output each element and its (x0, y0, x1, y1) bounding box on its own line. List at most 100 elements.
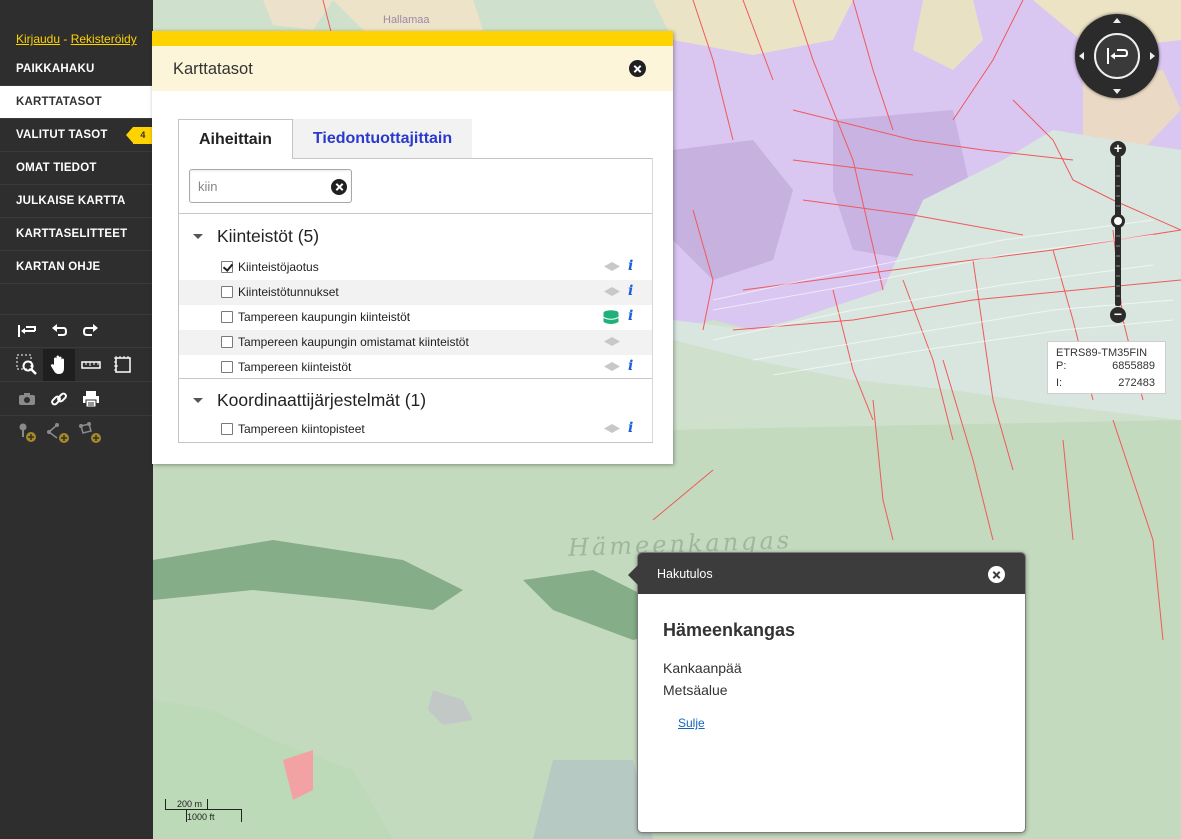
pan-left-icon[interactable] (1079, 52, 1084, 60)
result-municipality: Kankaanpää (663, 660, 742, 676)
auth-separator: - (60, 32, 71, 46)
screenshot-icon[interactable] (11, 383, 43, 415)
measure-line-icon[interactable] (75, 349, 107, 381)
scale-tick (207, 799, 208, 810)
flyout-close-icon[interactable] (629, 60, 646, 77)
layer-group-title: Koordinaattijärjestelmät (1) (217, 390, 427, 410)
nav-item-karttatasot[interactable]: KARTTATASOT (0, 86, 153, 119)
info-icon[interactable]: i (628, 358, 633, 374)
flyout-body: Aiheittain Tiedontuottajittain Kiinteist… (152, 91, 673, 464)
scale-imperial-label: 1000 ft (187, 812, 215, 822)
coordinate-system: ETRS89-TM35FIN (1056, 347, 1148, 359)
zoom-out-button[interactable]: − (1110, 307, 1126, 323)
layer-checkbox[interactable] (221, 311, 233, 323)
opacity-diamond-icon (604, 424, 620, 433)
nav-item-label: JULKAISE KARTTA (16, 195, 126, 207)
info-icon[interactable]: i (628, 283, 633, 299)
add-line-icon[interactable] (43, 417, 75, 449)
scale-line (165, 809, 242, 810)
pan-hand-icon[interactable] (43, 348, 75, 381)
layer-group-kiinteistot[interactable]: Kiinteistöt (5) (179, 215, 652, 255)
flyout-accent-bar (152, 31, 673, 46)
layer-name: Tampereen kiintopisteet (238, 422, 365, 436)
layer-row: Tampereen kaupungin omistamat kiinteistö… (179, 330, 652, 355)
collapse-triangle-icon[interactable] (193, 234, 203, 239)
popup-close-icon[interactable] (988, 566, 1005, 583)
result-type: Metsäalue (663, 682, 728, 698)
selected-layers-count-badge: 4 (126, 127, 153, 144)
database-icon[interactable] (603, 310, 619, 325)
nav-item-karttaselitteet[interactable]: KARTTASELITTEET (0, 218, 153, 251)
scale-metric-label: 200 m (177, 799, 203, 809)
layer-name: Tampereen kiinteistöt (238, 360, 352, 374)
nav-item-valitut-tasot[interactable]: VALITUT TASOT 4 (0, 119, 153, 152)
layer-name: Tampereen kaupungin kiinteistöt (238, 310, 411, 324)
popup-header: Hakutulos (638, 553, 1025, 594)
zoom-box-icon[interactable] (11, 349, 43, 381)
pan-down-icon[interactable] (1113, 89, 1121, 94)
flyout-header: Karttatasot (152, 46, 673, 91)
auth-links: Kirjaudu - Rekisteröidy (0, 0, 153, 53)
link-icon[interactable] (43, 383, 75, 415)
layer-row: Kiinteistötunnukset i (179, 280, 652, 305)
add-point-icon[interactable] (11, 417, 43, 449)
opacity-diamond-icon (604, 337, 620, 346)
info-icon[interactable]: i (628, 420, 633, 436)
zoom-in-button[interactable]: + (1110, 141, 1126, 157)
layer-checkbox[interactable] (221, 261, 233, 273)
popup-pointer (628, 565, 638, 585)
nav-item-label: KARTTATASOT (16, 96, 102, 108)
tab-aiheittain[interactable]: Aiheittain (178, 119, 293, 159)
nav-item-kartan-ohje[interactable]: KARTAN OHJE (0, 251, 153, 284)
layer-name: Kiinteistöjaotus (238, 260, 319, 274)
layer-search-input[interactable] (196, 171, 331, 201)
opacity-diamond-icon (604, 362, 620, 371)
tab-tiedontuottajittain[interactable]: Tiedontuottajittain (292, 119, 472, 159)
reset-view-button[interactable] (1094, 33, 1140, 79)
toolbar-history (0, 314, 153, 348)
scale-tick (241, 809, 242, 822)
sidebar: Kirjaudu - Rekisteröidy PAIKKAHAKU KARTT… (0, 0, 153, 839)
scale-tick (165, 799, 166, 810)
layer-row: Kiinteistöjaotus i (179, 255, 652, 280)
nav-item-paikkahaku[interactable]: PAIKKAHAKU (0, 53, 153, 86)
toolbar-share (0, 382, 153, 416)
toolbar-draw (0, 416, 153, 450)
opacity-diamond-icon (604, 262, 620, 271)
layer-checkbox[interactable] (221, 336, 233, 348)
register-link[interactable]: Rekisteröidy (71, 32, 137, 46)
nav-item-label: OMAT TIEDOT (16, 162, 97, 174)
print-icon[interactable] (75, 383, 107, 415)
scale-bar: 200 m 1000 ft (165, 797, 245, 827)
layer-checkbox[interactable] (221, 286, 233, 298)
redo-icon[interactable] (75, 315, 107, 347)
layer-name: Tampereen kaupungin omistamat kiinteistö… (238, 335, 469, 349)
collapse-triangle-icon[interactable] (193, 398, 203, 403)
layer-checkbox[interactable] (221, 423, 233, 435)
undo-icon[interactable] (43, 315, 75, 347)
add-area-icon[interactable] (75, 417, 107, 449)
popup-title: Hakutulos (657, 567, 713, 581)
first-view-icon[interactable] (11, 315, 43, 347)
search-clear-icon[interactable] (331, 179, 347, 195)
info-icon[interactable]: i (628, 258, 633, 274)
layer-row: Tampereen kiintopisteet i (179, 417, 652, 442)
layer-group-koordinaattijarjestelmat[interactable]: Koordinaattijärjestelmät (1) (179, 379, 652, 419)
nav-item-omat-tiedot[interactable]: OMAT TIEDOT (0, 152, 153, 185)
pan-control (1075, 14, 1159, 98)
zoom-ticks (1116, 165, 1120, 297)
zoom-slider-handle[interactable] (1111, 213, 1125, 228)
info-icon[interactable]: i (628, 308, 633, 324)
nav-item-label: VALITUT TASOT (16, 129, 108, 141)
measure-area-icon[interactable] (107, 349, 139, 381)
pan-right-icon[interactable] (1150, 52, 1155, 60)
reset-view-icon (1107, 48, 1129, 64)
login-link[interactable]: Kirjaudu (16, 32, 60, 46)
popup-close-link[interactable]: Sulje (678, 716, 705, 730)
layer-search (189, 169, 352, 203)
layer-checkbox[interactable] (221, 361, 233, 373)
nav-item-julkaise-kartta[interactable]: JULKAISE KARTTA (0, 185, 153, 218)
pan-up-icon[interactable] (1113, 18, 1121, 23)
layer-name: Kiinteistötunnukset (238, 285, 339, 299)
map-layers-flyout: Karttatasot Aiheittain Tiedontuottajitta… (152, 31, 673, 464)
